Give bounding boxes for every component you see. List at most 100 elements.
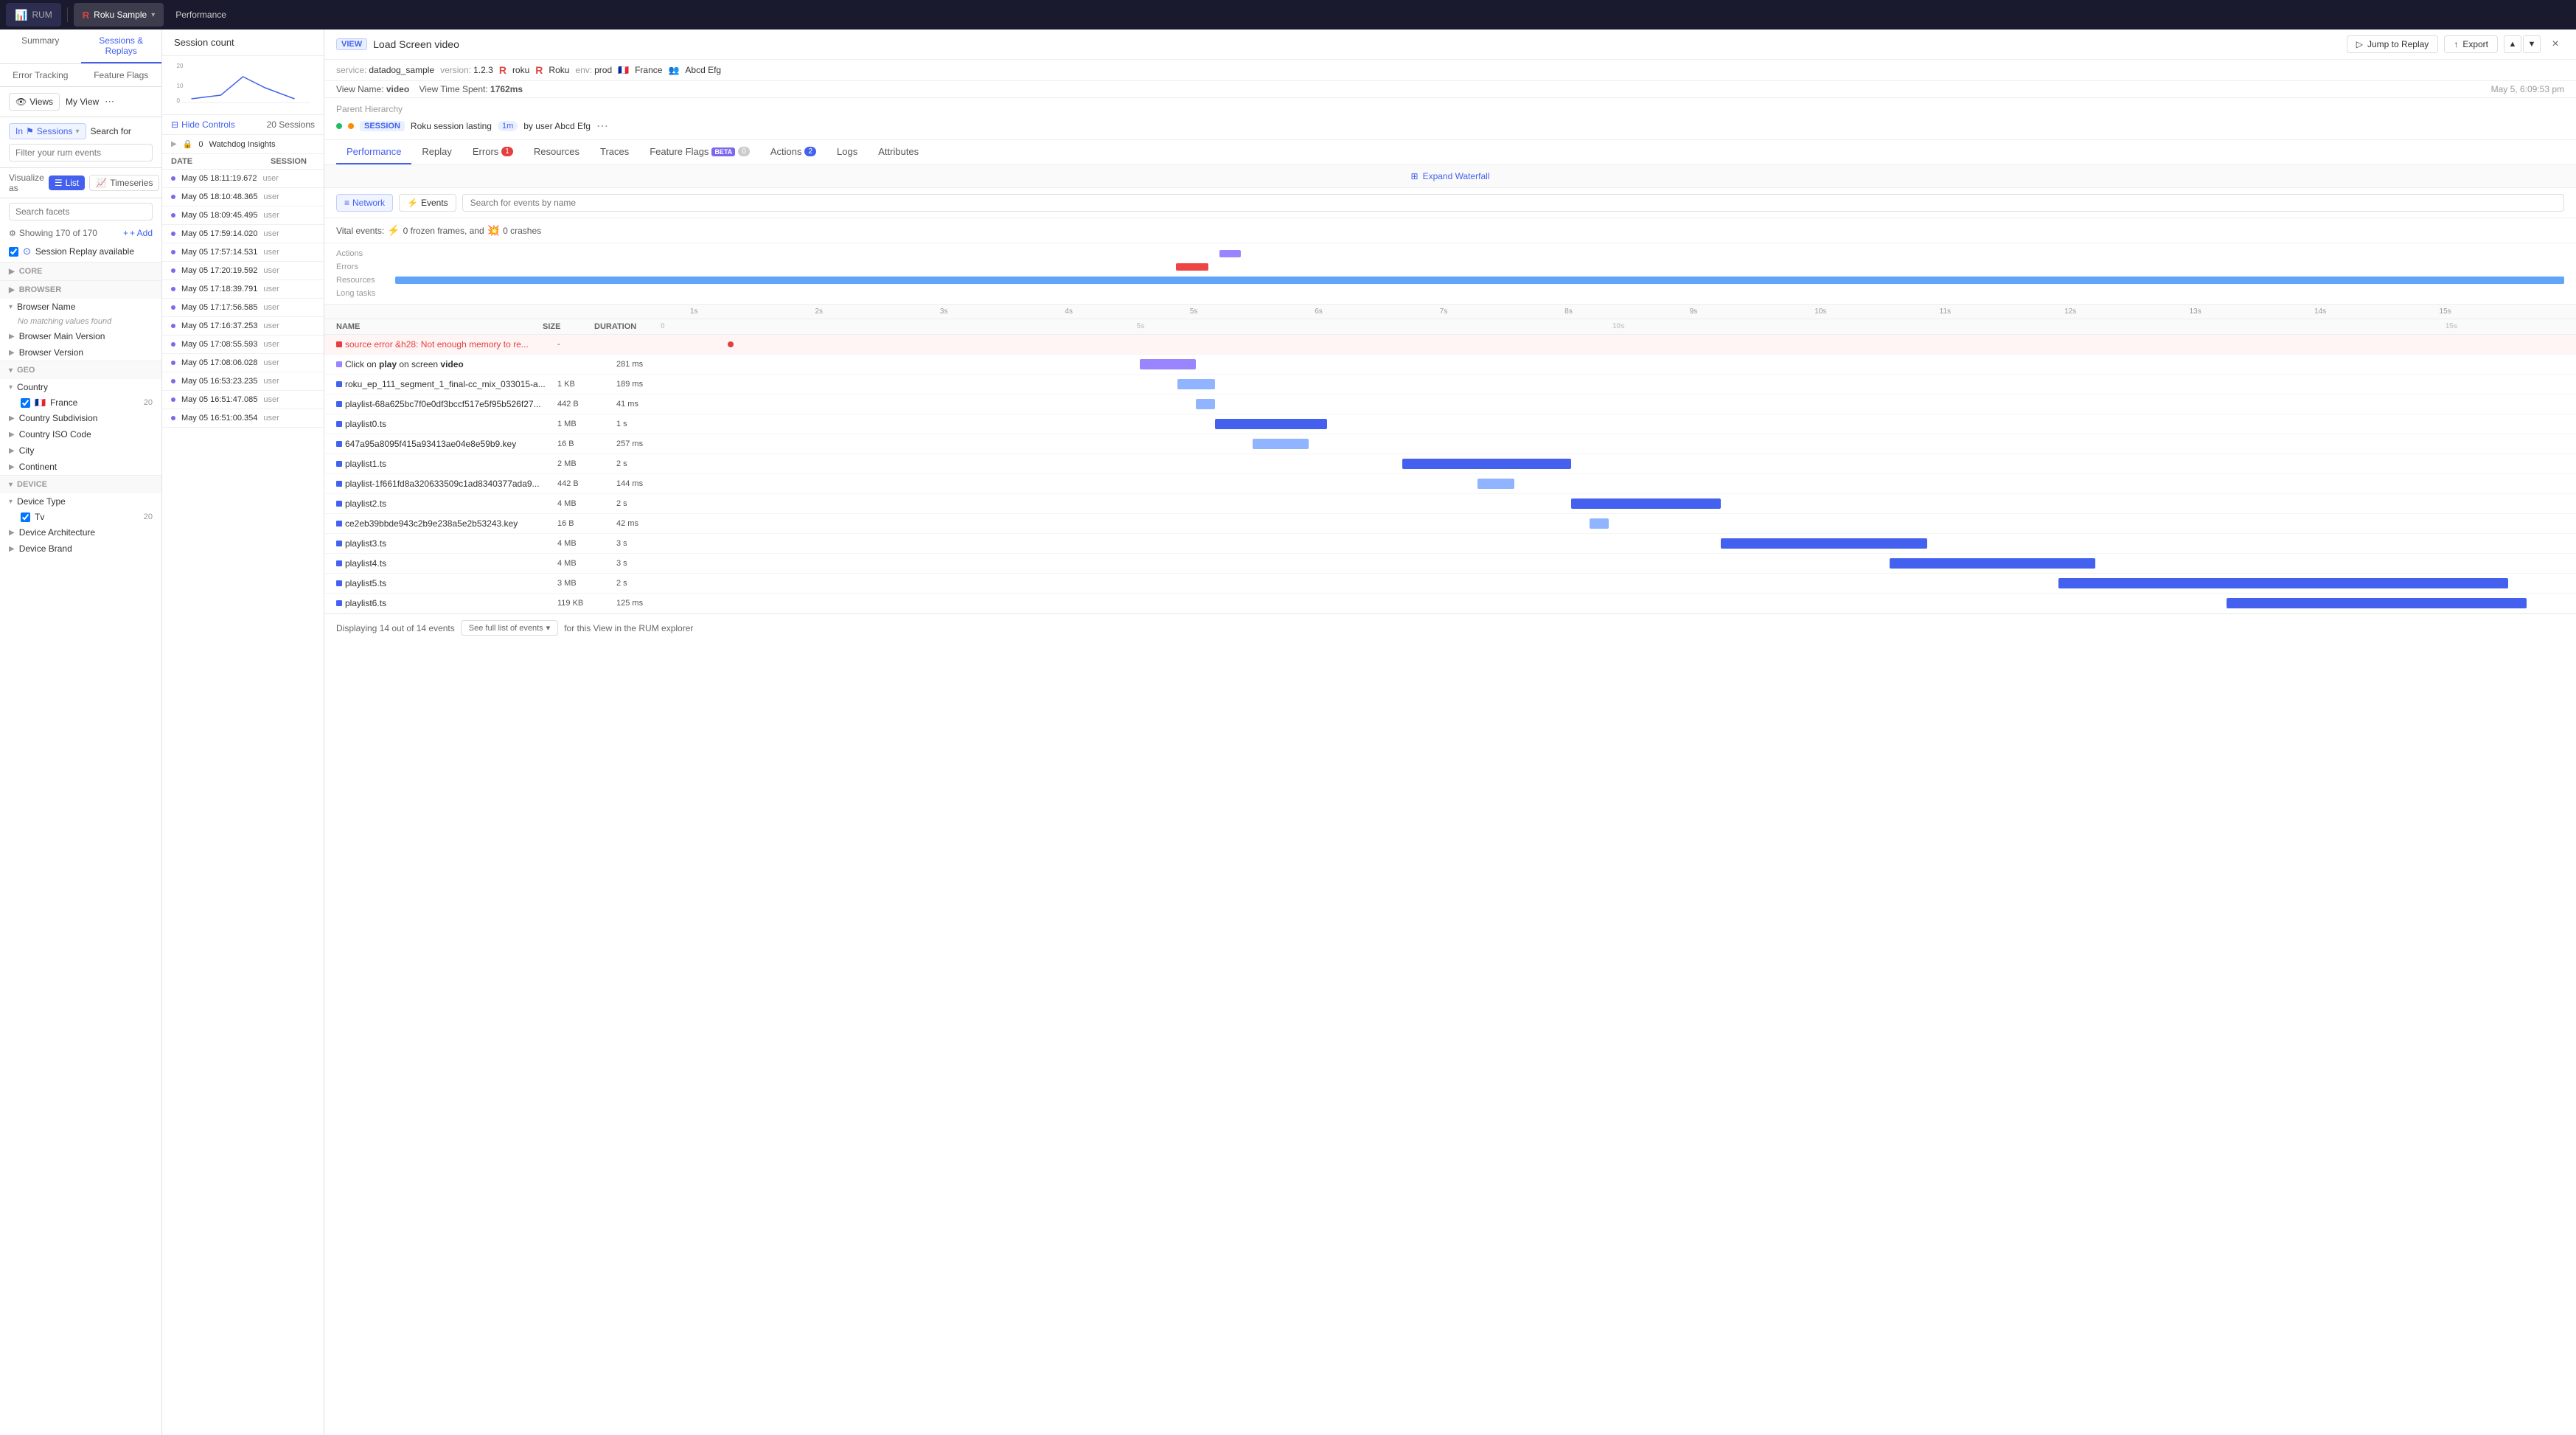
views-button[interactable]: 👁 Views: [9, 93, 60, 111]
sidebar-tab-summary[interactable]: Summary: [0, 29, 81, 63]
view-time-value: 1762ms: [490, 84, 523, 94]
waterfall-row-6[interactable]: 647a95a8095f415a93413ae04e8e59b9.key 16 …: [324, 434, 2576, 454]
tab-actions[interactable]: Actions 2: [760, 140, 826, 164]
core-group-header[interactable]: ▶ CORE: [0, 263, 161, 280]
tab-errors[interactable]: Errors 1: [462, 140, 523, 164]
browser-group-header[interactable]: ▶ BROWSER: [0, 281, 161, 299]
tv-check[interactable]: Tv 20: [0, 510, 161, 524]
expand-waterfall-button[interactable]: ⊞ Expand Waterfall: [1411, 171, 1490, 181]
list-item[interactable]: May 05 17:08:55.593 user: [162, 336, 324, 354]
events-filter-button[interactable]: ⚡ Events: [399, 194, 456, 212]
country-iso-item[interactable]: ▶ Country ISO Code: [0, 426, 161, 442]
waterfall-row-14[interactable]: playlist6.ts 119 KB 125 ms: [324, 594, 2576, 614]
waterfall-row-12[interactable]: playlist4.ts 4 MB 3 s: [324, 554, 2576, 574]
tab-replay[interactable]: Replay: [411, 140, 462, 164]
sidebar-tab-features[interactable]: Feature Flags: [81, 64, 162, 86]
visualize-bar: Visualize as ☰ List 📈 Timeseries: [0, 168, 161, 198]
device-architecture-item[interactable]: ▶ Device Architecture: [0, 524, 161, 541]
app-tab[interactable]: R Roku Sample ▾: [74, 3, 164, 27]
waterfall-row-10[interactable]: ce2eb39bbde943c2b9e238a5e2b53243.key 16 …: [324, 514, 2576, 534]
geo-group-header[interactable]: ▾ GEO: [0, 361, 161, 379]
replay-tab-label: Replay: [422, 146, 451, 157]
hide-controls-button[interactable]: ⊟ Hide Controls: [171, 119, 235, 130]
table-row[interactable]: ▶ 🔒 0 Watchdog Insights: [162, 135, 324, 154]
search-facets-input[interactable]: [9, 203, 153, 220]
next-button[interactable]: ▼: [2523, 35, 2541, 53]
list-item[interactable]: May 05 17:16:37.253 user: [162, 317, 324, 336]
continent-item[interactable]: ▶ Continent: [0, 459, 161, 475]
waterfall-row-error[interactable]: source error &h28: Not enough memory to …: [324, 335, 2576, 355]
list-item[interactable]: May 05 17:20:19.592 user: [162, 262, 324, 280]
scale-spacer6: [1494, 322, 1612, 331]
search-input[interactable]: [9, 144, 153, 161]
list-item[interactable]: May 05 17:17:56.585 user: [162, 299, 324, 317]
country-item[interactable]: ▾ Country: [0, 379, 161, 395]
list-item[interactable]: May 05 18:11:19.672 user: [162, 170, 324, 188]
resource-name-14: playlist6.ts: [336, 598, 557, 608]
sidebar-tab-sessions[interactable]: Sessions & Replays: [81, 29, 162, 63]
france-checkbox[interactable]: [21, 398, 30, 408]
waterfall-row-7[interactable]: playlist1.ts 2 MB 2 s: [324, 454, 2576, 474]
browser-main-version-item[interactable]: ▶ Browser Main Version: [0, 328, 161, 344]
waterfall-row-9[interactable]: playlist2.ts 4 MB 2 s: [324, 494, 2576, 514]
device-chevron: ▾: [9, 481, 13, 489]
prev-button[interactable]: ▲: [2504, 35, 2521, 53]
browser-name-item[interactable]: ▾ Browser Name: [0, 299, 161, 315]
tab-performance[interactable]: Performance: [336, 140, 411, 164]
filter-icon: ⚙: [9, 229, 16, 238]
tab-traces[interactable]: Traces: [590, 140, 639, 164]
session-col-header: SESSION: [271, 157, 315, 166]
tab-feature-flags[interactable]: Feature Flags BETA 0: [639, 140, 760, 164]
tab-attributes[interactable]: Attributes: [868, 140, 929, 164]
waterfall-row-13[interactable]: playlist5.ts 3 MB 2 s: [324, 574, 2576, 594]
list-item[interactable]: May 05 17:08:06.028 user: [162, 354, 324, 372]
tv-checkbox[interactable]: [21, 512, 30, 522]
list-item[interactable]: May 05 18:10:48.365 user: [162, 188, 324, 206]
city-item[interactable]: ▶ City: [0, 442, 161, 459]
more-options-button[interactable]: ⋯: [596, 119, 608, 133]
timeseries-button[interactable]: 📈 Timeseries: [89, 175, 159, 191]
see-full-button[interactable]: See full list of events ▾: [461, 620, 558, 636]
list-item[interactable]: May 05 16:53:23.235 user: [162, 372, 324, 391]
rum-label: RUM: [32, 10, 52, 20]
events-search-input[interactable]: [462, 194, 2564, 212]
network-label: Network: [352, 198, 385, 208]
resource-name-7: playlist1.ts: [336, 459, 557, 469]
jump-replay-button[interactable]: ▷ Jump to Replay: [2347, 35, 2439, 53]
tick-12s: 12s: [2064, 308, 2189, 316]
sidebar-tab-errors[interactable]: Error Tracking: [0, 64, 81, 86]
export-button[interactable]: ↑ Export: [2444, 35, 2498, 53]
list-item[interactable]: May 05 17:18:39.791 user: [162, 280, 324, 299]
perf-tab[interactable]: Performance: [167, 3, 235, 27]
close-button[interactable]: ×: [2547, 35, 2564, 53]
session-replay-check[interactable]: ⊙ Session Replay available: [0, 241, 161, 262]
list-item[interactable]: May 05 17:59:14.020 user: [162, 225, 324, 243]
list-item[interactable]: May 05 16:51:00.354 user: [162, 409, 324, 428]
country-subdivision-item[interactable]: ▶ Country Subdivision: [0, 410, 161, 426]
in-sessions-button[interactable]: In ⚑ Sessions ▾: [9, 123, 86, 139]
add-filter-button[interactable]: + + Add: [123, 228, 153, 238]
core-chevron: ▶: [9, 268, 15, 276]
waterfall-row-5[interactable]: playlist0.ts 1 MB 1 s: [324, 414, 2576, 434]
list-item[interactable]: May 05 17:57:14.531 user: [162, 243, 324, 262]
list-item[interactable]: May 05 18:09:45.495 user: [162, 206, 324, 225]
waterfall-row-3[interactable]: roku_ep_111_segment_1_final-cc_mix_03301…: [324, 375, 2576, 395]
list-view-button[interactable]: ☰ List: [49, 176, 85, 190]
network-filter-button[interactable]: ≡ Network: [336, 194, 393, 212]
france-check[interactable]: 🇫🇷 France 20: [0, 395, 161, 410]
list-item[interactable]: May 05 16:51:47.085 user: [162, 391, 324, 409]
waterfall-row-4[interactable]: playlist-68a625bc7f0e0df3bccf517e5f95b52…: [324, 395, 2576, 414]
waterfall-row-8[interactable]: playlist-1f661fd8a320633509c1ad8340377ad…: [324, 474, 2576, 494]
more-options-icon[interactable]: ⋯: [105, 96, 114, 108]
tab-logs[interactable]: Logs: [826, 140, 868, 164]
date-col-header: DATE: [171, 157, 271, 166]
session-replay-checkbox[interactable]: [9, 247, 18, 257]
device-group-header[interactable]: ▾ DEVICE: [0, 476, 161, 493]
device-type-item[interactable]: ▾ Device Type: [0, 493, 161, 510]
device-brand-item[interactable]: ▶ Device Brand: [0, 541, 161, 557]
browser-version-item[interactable]: ▶ Browser Version: [0, 344, 161, 361]
waterfall-row-11[interactable]: playlist3.ts 4 MB 3 s: [324, 534, 2576, 554]
waterfall-row-click[interactable]: Click on play on screen video 281 ms: [324, 355, 2576, 375]
tab-resources[interactable]: Resources: [523, 140, 590, 164]
rum-tab[interactable]: 📊 RUM: [6, 3, 61, 27]
